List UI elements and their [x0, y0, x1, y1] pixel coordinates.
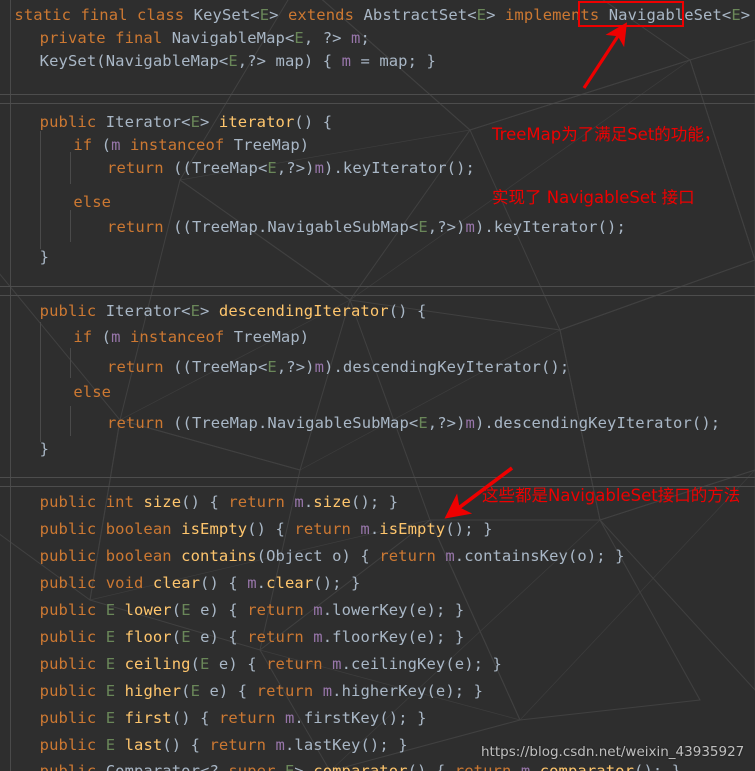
code-line[interactable]: public E first() { return m.firstKey(); … — [0, 707, 755, 730]
code-line[interactable]: public E floor(E e) { return m.floorKey(… — [0, 626, 755, 649]
code-line[interactable]: public Iterator<E> descendingIterator() … — [0, 300, 755, 323]
code-line[interactable]: return ((TreeMap.NavigableSubMap<E,?>)m)… — [0, 412, 755, 435]
annotation-note-navigableset-methods: 这些都是NavigableSet接口的方法 — [482, 443, 740, 548]
code-line[interactable]: else — [0, 381, 755, 404]
annotation-note-line-2: 实现了 NavigableSet 接口 — [492, 188, 695, 207]
code-line[interactable]: public E ceiling(E e) { return m.ceiling… — [0, 653, 755, 676]
csdn-blog-watermark: https://blog.csdn.net/weixin_43935927 — [481, 744, 745, 760]
code-line[interactable]: return ((TreeMap<E,?>)m).descendingKeyIt… — [0, 356, 755, 379]
code-line[interactable]: if (m instanceof TreeMap) — [0, 326, 755, 349]
annotation-note-line-1: 这些都是NavigableSet接口的方法 — [482, 486, 741, 505]
annotation-note-line-1: TreeMap为了满足Set的功能， — [492, 125, 721, 144]
code-line[interactable]: public E higher(E e) { return m.higherKe… — [0, 680, 755, 703]
code-line[interactable]: static final class KeySet<E> extends Abs… — [0, 4, 755, 27]
code-line[interactable]: public boolean contains(Object o) { retu… — [0, 545, 755, 568]
code-line[interactable]: public E lower(E e) { return m.lowerKey(… — [0, 599, 755, 622]
code-line[interactable]: public Comparator<? super E> comparator(… — [0, 760, 755, 771]
code-line[interactable]: KeySet(NavigableMap<E,?> map) { m = map;… — [0, 50, 755, 73]
code-editor-surface: static final class KeySet<E> extends Abs… — [0, 0, 755, 771]
code-line[interactable]: private final NavigableMap<E, ?> m; — [0, 27, 755, 50]
code-line[interactable]: public void clear() { m.clear(); } — [0, 572, 755, 595]
annotation-note-treemap-implements: TreeMap为了满足Set的功能， 实现了 NavigableSet 接口 — [492, 82, 720, 250]
